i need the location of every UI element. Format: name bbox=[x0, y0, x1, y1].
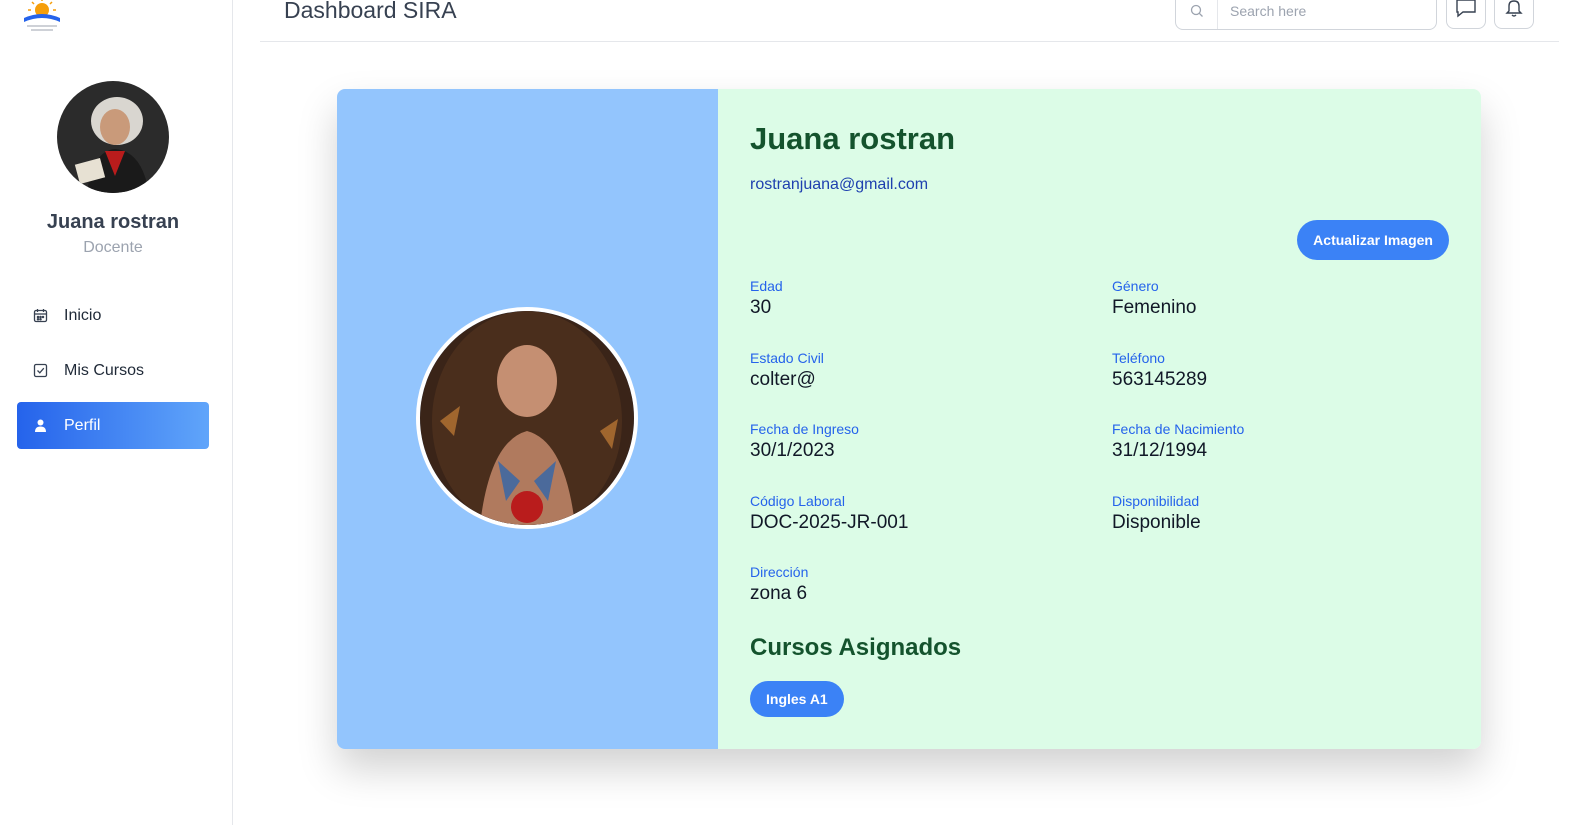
sidebar-nav: Inicio Mis Cursos Perfil bbox=[17, 292, 209, 457]
top-header: Dashboard SIRA bbox=[260, 0, 1559, 42]
field-direccion: Dirección zona 6 bbox=[750, 564, 808, 605]
field-value: 563145289 bbox=[1112, 369, 1208, 390]
field-fecha-nacimiento: Fecha de Nacimiento 31/12/1994 bbox=[1112, 421, 1244, 462]
profile-card: Juana rostran rostranjuana@gmail.com Act… bbox=[337, 89, 1481, 749]
field-value: 30 bbox=[750, 297, 772, 318]
user-icon bbox=[33, 418, 48, 433]
bell-icon bbox=[1505, 0, 1523, 23]
sidebar-item-mis-cursos[interactable]: Mis Cursos bbox=[17, 347, 209, 394]
field-label: Género bbox=[1112, 278, 1159, 294]
profile-photo bbox=[416, 307, 638, 529]
field-edad: Edad 30 bbox=[750, 278, 783, 319]
field-label: Edad bbox=[750, 278, 783, 294]
field-label: Fecha de Ingreso bbox=[750, 421, 859, 437]
app-root: Juana rostran Docente Inicio Mis Cursos … bbox=[0, 0, 1579, 825]
sidebar-user-name: Juana rostran bbox=[46, 211, 180, 233]
field-codigo-laboral: Código Laboral DOC-2025-JR-001 bbox=[750, 493, 908, 534]
sidebar-avatar bbox=[57, 81, 169, 193]
courses-title: Cursos Asignados bbox=[750, 634, 962, 661]
logo-icon[interactable] bbox=[19, 0, 65, 36]
field-fecha-ingreso: Fecha de Ingreso 30/1/2023 bbox=[750, 421, 859, 462]
field-label: Dirección bbox=[750, 564, 809, 580]
field-genero: Género Femenino bbox=[1112, 278, 1197, 319]
page-title: Dashboard SIRA bbox=[284, 0, 457, 23]
sidebar-user-role: Docente bbox=[83, 239, 143, 256]
sidebar-item-perfil[interactable]: Perfil bbox=[17, 402, 209, 449]
field-value: zona 6 bbox=[750, 583, 808, 604]
profile-email: rostranjuana@gmail.com bbox=[750, 176, 929, 193]
field-label: Fecha de Nacimiento bbox=[1112, 421, 1245, 437]
field-value: 31/12/1994 bbox=[1112, 440, 1208, 461]
field-value: Femenino bbox=[1112, 297, 1197, 318]
field-telefono: Teléfono 563145289 bbox=[1112, 350, 1207, 391]
profile-photo-panel bbox=[337, 89, 718, 749]
sidebar-item-label: Mis Cursos bbox=[64, 361, 145, 379]
field-estado-civil: Estado Civil colter@ bbox=[750, 350, 824, 391]
update-image-button[interactable]: Actualizar Imagen bbox=[1297, 220, 1449, 260]
course-chip[interactable]: Ingles A1 bbox=[750, 681, 844, 717]
field-label: Código Laboral bbox=[750, 493, 845, 509]
sidebar-item-inicio[interactable]: Inicio bbox=[17, 292, 209, 339]
search-box bbox=[1175, 0, 1437, 30]
field-value: 30/1/2023 bbox=[750, 440, 835, 461]
sidebar-item-label: Perfil bbox=[64, 416, 101, 434]
message-icon bbox=[1455, 0, 1477, 23]
field-disponibilidad: Disponibilidad Disponible bbox=[1112, 493, 1201, 534]
field-value: Disponible bbox=[1112, 512, 1201, 533]
messages-button[interactable] bbox=[1446, 0, 1486, 29]
field-value: DOC-2025-JR-001 bbox=[750, 512, 909, 533]
notifications-button[interactable] bbox=[1494, 0, 1534, 29]
field-value: colter@ bbox=[750, 369, 816, 390]
calendar-icon bbox=[33, 308, 48, 323]
field-label: Teléfono bbox=[1112, 350, 1165, 366]
search-icon[interactable] bbox=[1176, 0, 1218, 29]
field-label: Estado Civil bbox=[750, 350, 824, 366]
profile-name: Juana rostran bbox=[750, 121, 956, 156]
field-label: Disponibilidad bbox=[1112, 493, 1200, 509]
sidebar: Juana rostran Docente Inicio Mis Cursos … bbox=[0, 0, 233, 825]
checkbox-icon bbox=[33, 363, 48, 378]
sidebar-item-label: Inicio bbox=[64, 306, 102, 324]
search-input[interactable] bbox=[1218, 3, 1428, 19]
profile-details-panel: Juana rostran rostranjuana@gmail.com Act… bbox=[718, 89, 1481, 749]
